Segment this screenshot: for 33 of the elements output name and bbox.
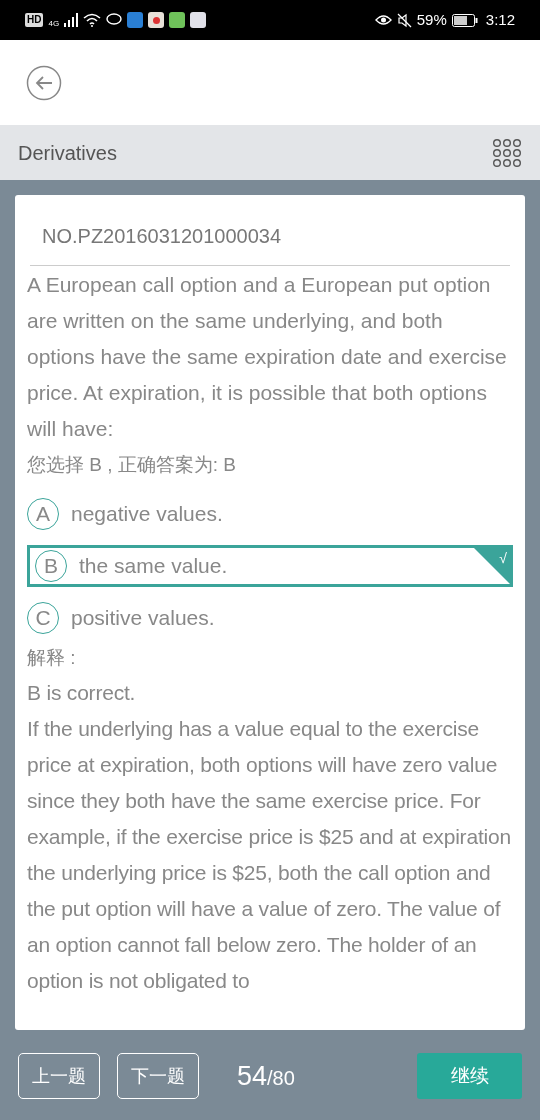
option-text: the same value. (79, 553, 228, 580)
wifi-icon (83, 13, 102, 27)
explanation-text: If the underlying has a value equal to the exercise price at expiration, both options will have zero value since they both have the same exercise price. For example, if the exercise price is $25 and at expiration the underlying price is $25, both the call option and the put option will have a value of zero. The value of an option cannot fall below zero. The holder of an option is not obligated to (27, 716, 512, 994)
eye-icon (374, 14, 392, 26)
option-text: positive values. (71, 605, 215, 632)
subject-title: Derivatives (18, 140, 117, 166)
previous-question-button[interactable]: 上一题 (18, 1053, 100, 1099)
back-icon[interactable] (26, 64, 62, 101)
option-text: negative values. (71, 501, 223, 528)
answer-option[interactable]: B the same value. √ (27, 545, 513, 587)
app-icon (169, 12, 186, 28)
grid-menu-icon[interactable] (492, 137, 522, 168)
explanation-label: 解释 : (27, 646, 77, 670)
next-question-button[interactable]: 下一题 (117, 1053, 199, 1099)
explanation-text: B is correct. (27, 680, 137, 706)
continue-button[interactable]: 继续 (417, 1053, 522, 1099)
battery-icon (451, 13, 478, 27)
mute-icon (396, 12, 412, 28)
battery-percent: 59% (416, 9, 447, 30)
hd-badge: HD (25, 13, 44, 27)
answer-result: 您选择 B , 正确答案为: B (27, 453, 238, 477)
answer-option[interactable]: C positive values. (27, 597, 513, 639)
question-text: A European call option and a European put option are written on the same underlying, and both options have the same expiration date and exercise price. At expiration, it is possible that both options will have: (27, 272, 508, 442)
signal-icon (64, 13, 79, 27)
question-counter: 54/80 (237, 1059, 295, 1093)
app-icon (127, 12, 144, 28)
question-number: NO.PZ2016031201000034 (42, 225, 282, 247)
answer-option[interactable]: A negative values. (27, 493, 513, 535)
app-icon (190, 12, 207, 28)
network-label: 4G (48, 18, 60, 30)
clock: 3:12 (485, 9, 515, 30)
app-icon (148, 12, 165, 28)
correct-corner-mark: √ (474, 548, 510, 584)
